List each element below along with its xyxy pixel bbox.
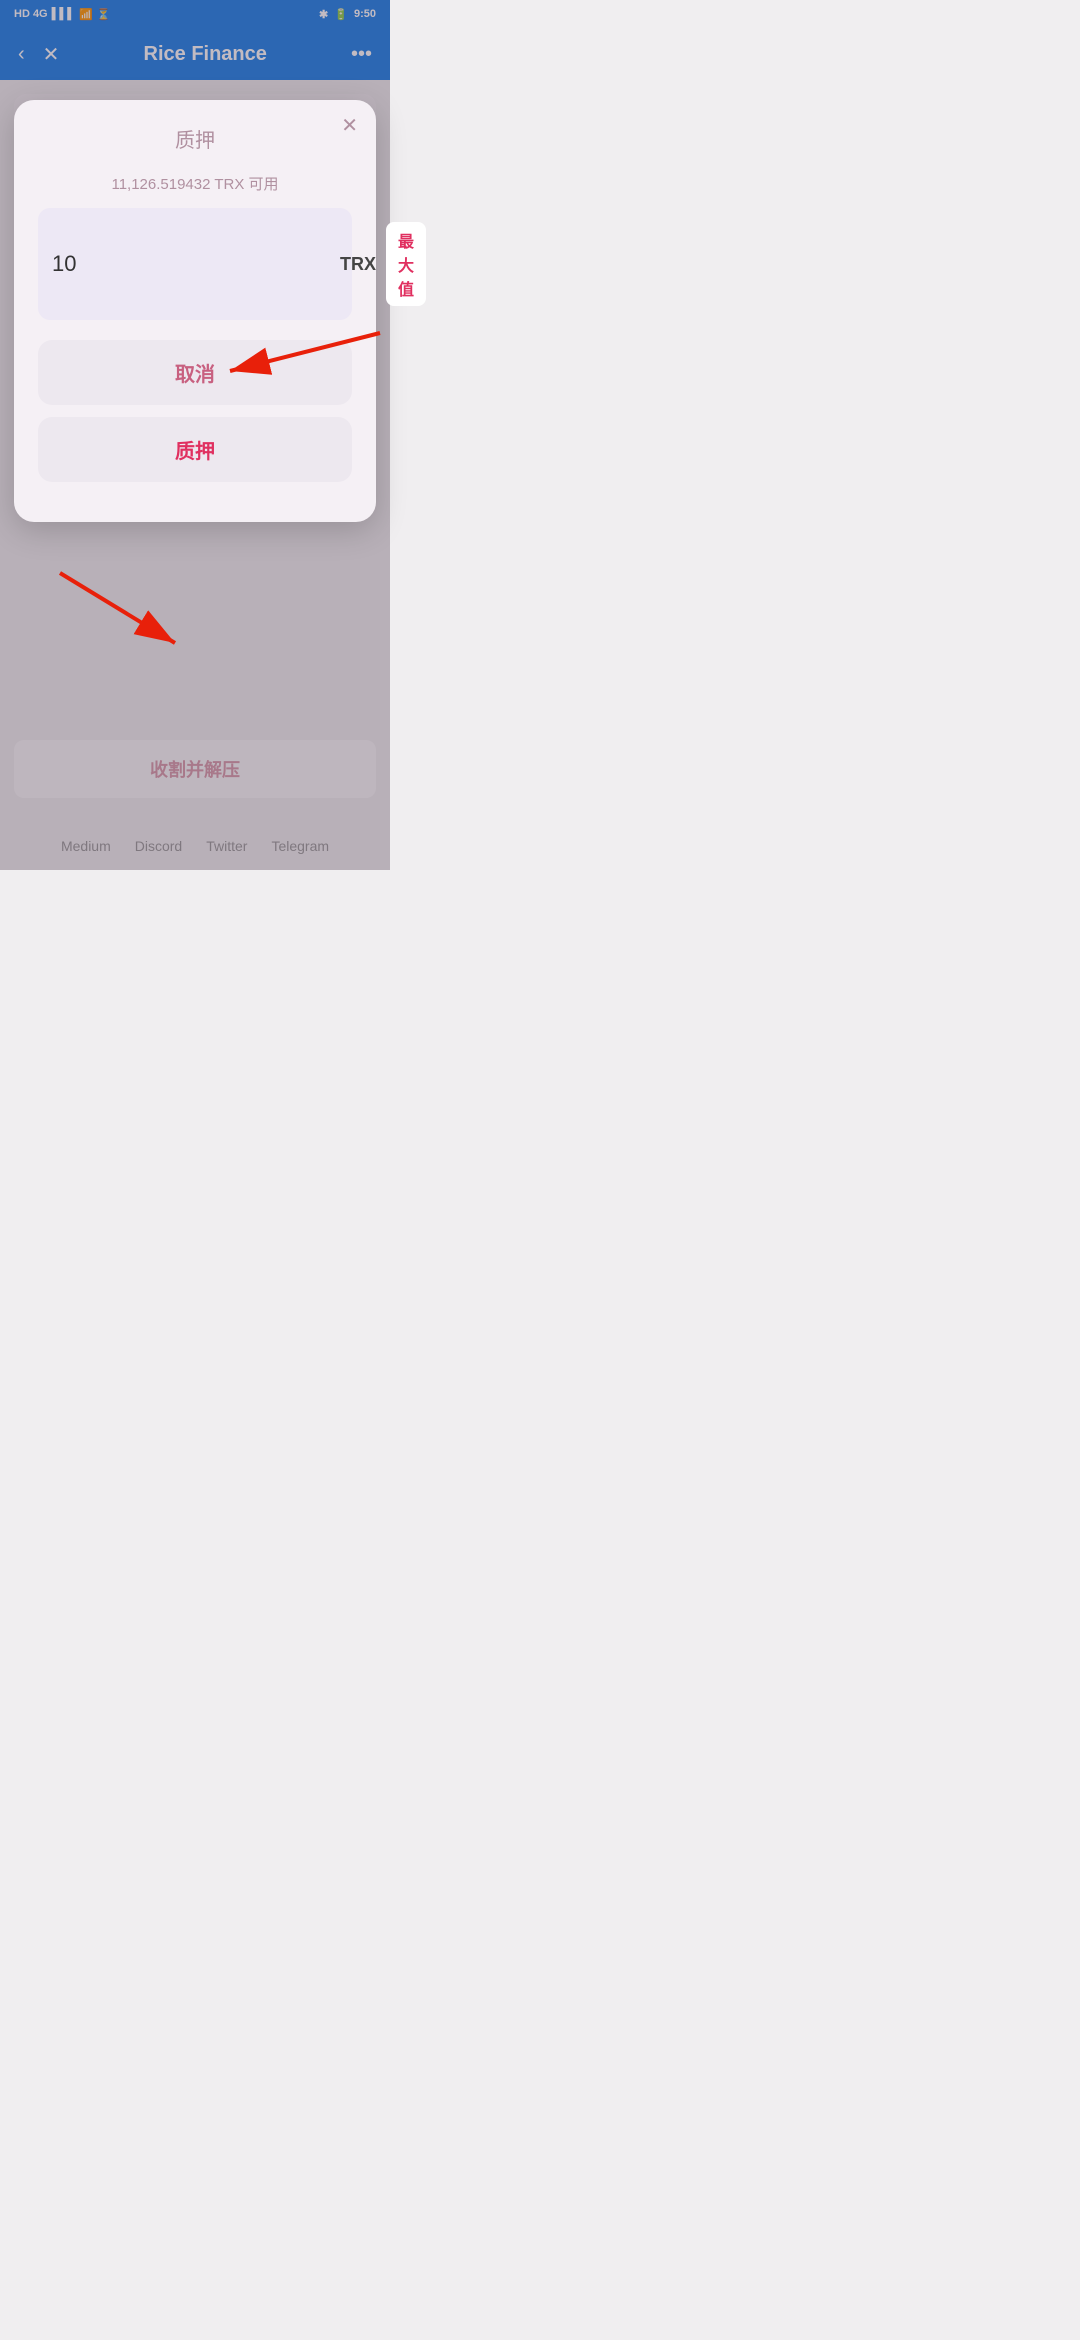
page-wrapper: HD 4G ▌▌▌ 📶 ⏳ ✱ 🔋 9:50 ‹ ✕ Rice Finance … [0, 0, 390, 870]
cancel-button[interactable]: 取消 [38, 340, 352, 405]
stake-modal: ✕ 质押 11,126.519432 TRX 可用 TRX 最大值 取消 质押 [14, 100, 376, 522]
max-value-button[interactable]: 最大值 [386, 222, 426, 306]
balance-display: 11,126.519432 TRX 可用 [38, 173, 352, 194]
amount-input[interactable] [52, 251, 340, 277]
amount-input-row: TRX 最大值 [38, 208, 352, 320]
modal-close-button[interactable]: ✕ [341, 116, 358, 136]
stake-confirm-button[interactable]: 质押 [38, 417, 352, 482]
modal-overlay: ✕ 质押 11,126.519432 TRX 可用 TRX 最大值 取消 质押 [0, 0, 390, 870]
currency-label: TRX [340, 254, 376, 275]
modal-title: 质押 [38, 124, 352, 153]
